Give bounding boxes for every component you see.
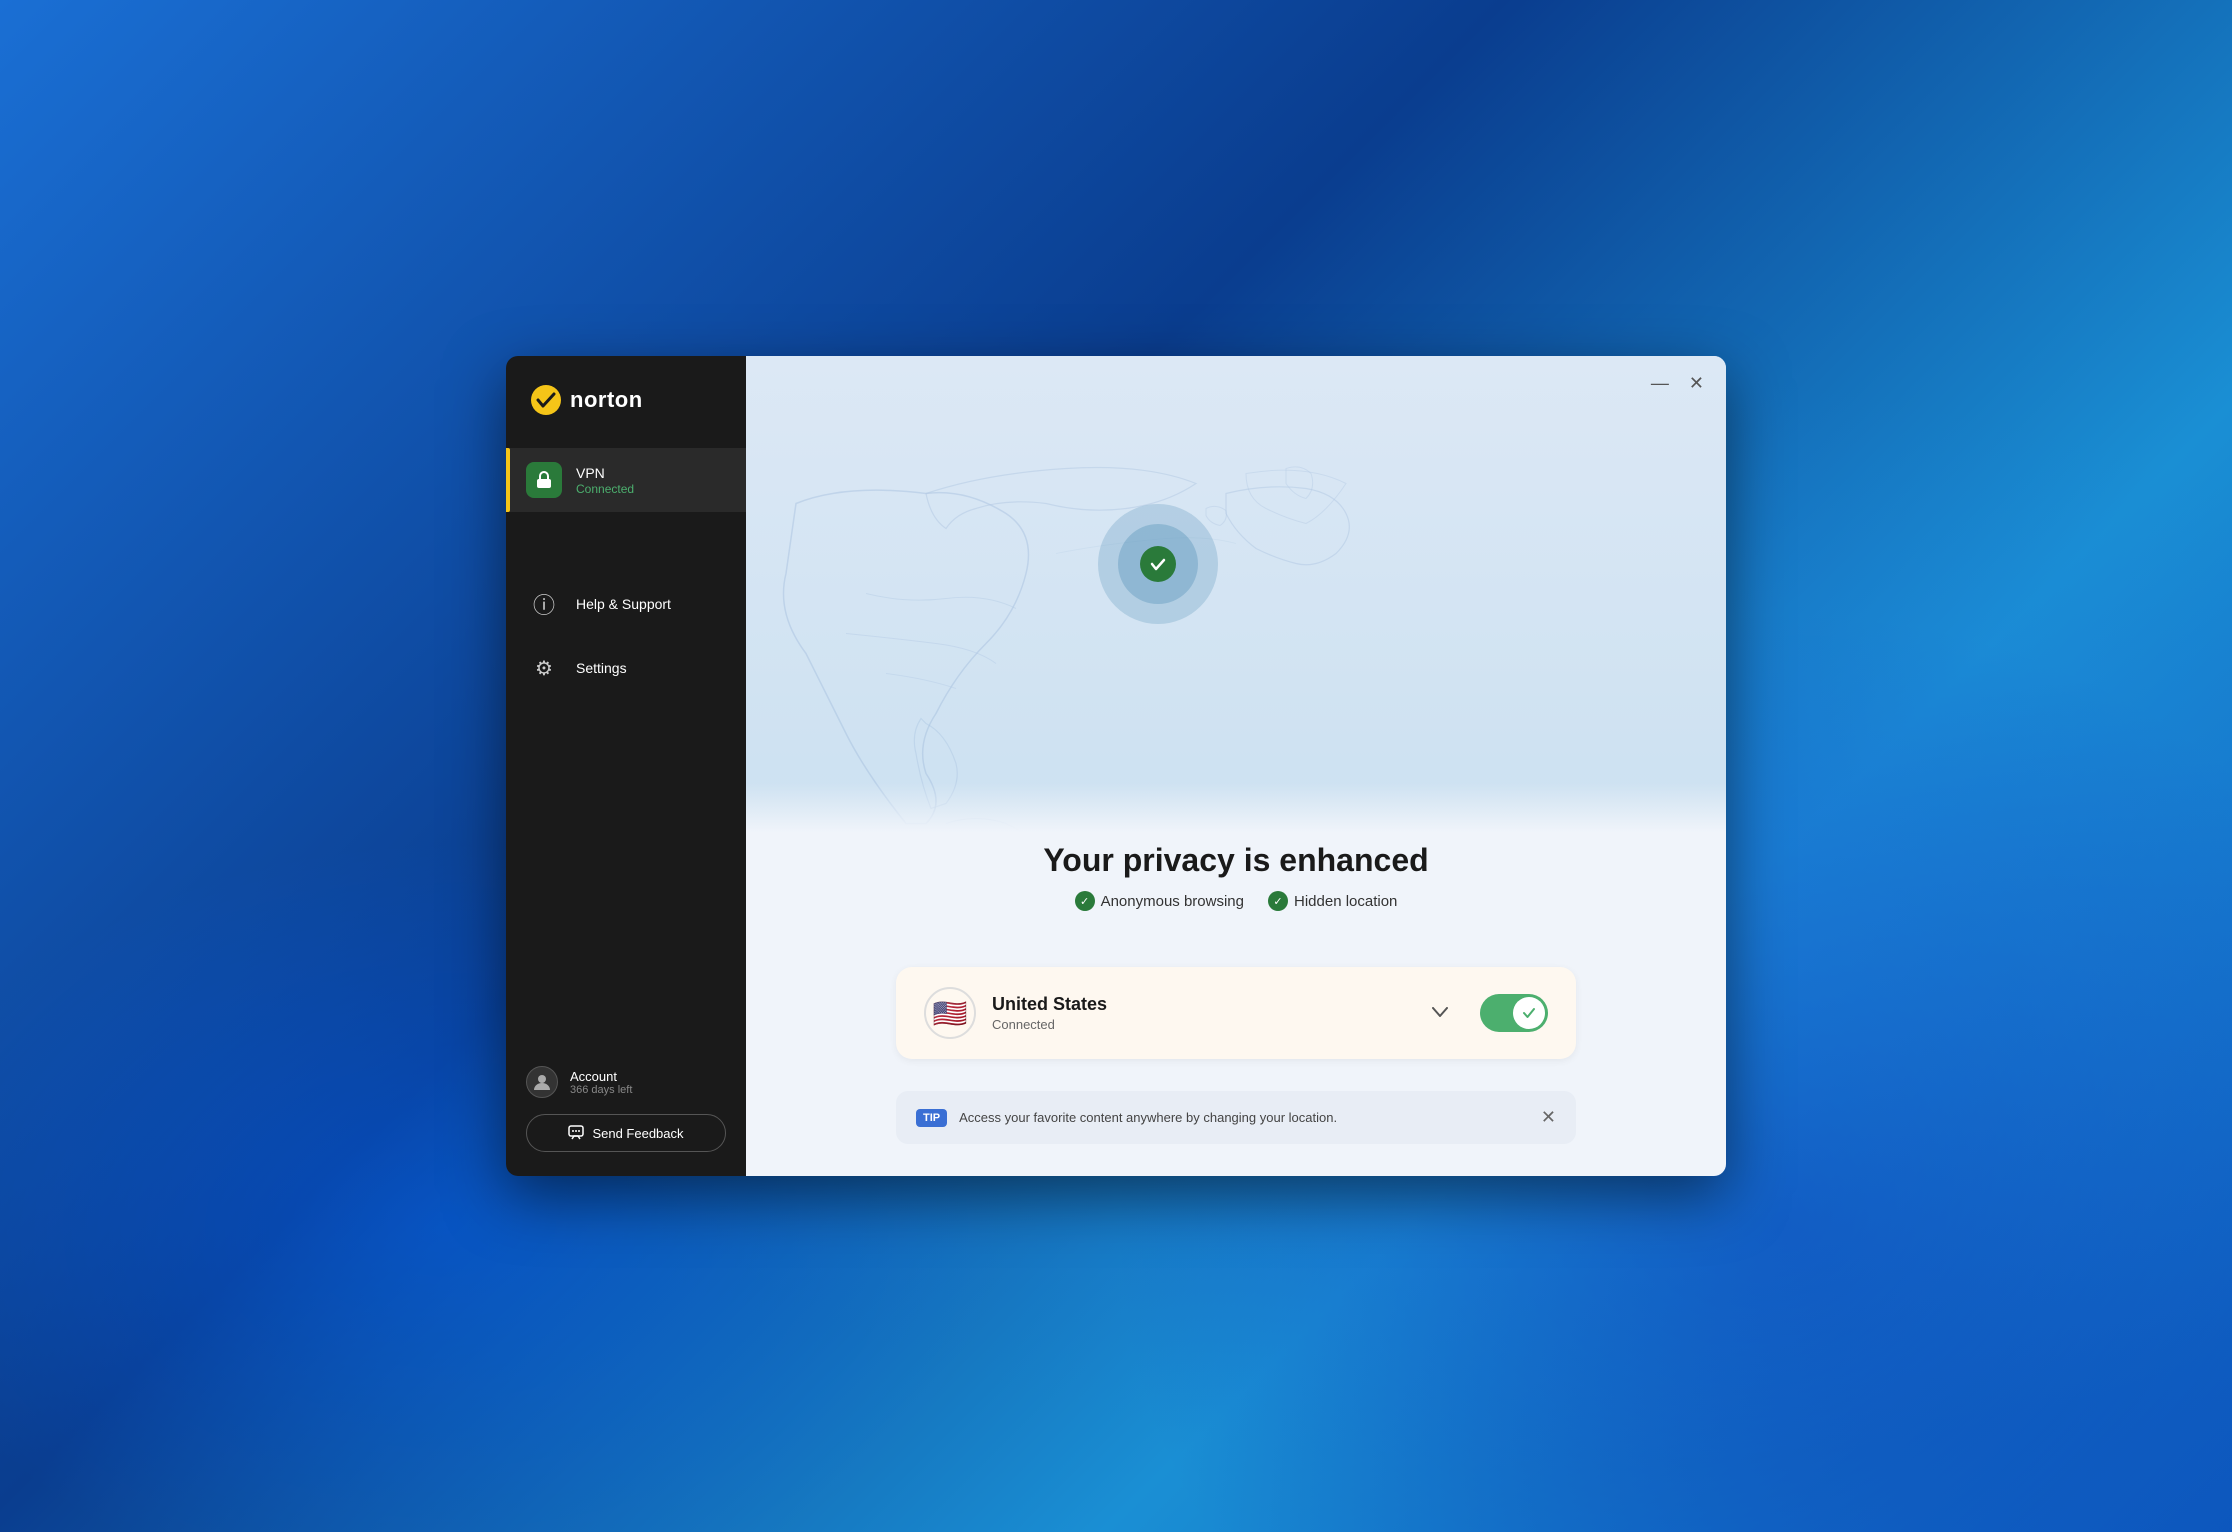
settings-nav-icon: ⚙ bbox=[526, 650, 562, 686]
connection-info: United States Connected bbox=[992, 994, 1400, 1032]
sidebar-item-help-support[interactable]: ⓘ Help & Support bbox=[506, 572, 746, 636]
connection-card: 🇺🇸 United States Connected bbox=[896, 967, 1576, 1059]
country-flag: 🇺🇸 bbox=[924, 987, 976, 1039]
send-feedback-button[interactable]: Send Feedback bbox=[526, 1114, 726, 1152]
account-icon bbox=[526, 1066, 558, 1098]
privacy-badges: ✓ Anonymous browsing ✓ Hidden location bbox=[1075, 891, 1398, 911]
brand-name: norton bbox=[570, 387, 643, 413]
sidebar: norton VPN Connected ⓘ bbox=[506, 356, 746, 1176]
vpn-nav-icon bbox=[526, 462, 562, 498]
hidden-location-check-icon: ✓ bbox=[1268, 891, 1288, 911]
sidebar-item-vpn[interactable]: VPN Connected bbox=[506, 448, 746, 512]
help-support-nav-label: Help & Support bbox=[576, 596, 671, 612]
tip-close-button[interactable]: ✕ bbox=[1541, 1107, 1556, 1128]
bottom-area: 🇺🇸 United States Connected bbox=[746, 951, 1726, 1176]
sidebar-item-settings[interactable]: ⚙ Settings bbox=[506, 636, 746, 700]
connection-country: United States bbox=[992, 994, 1400, 1015]
feedback-label: Send Feedback bbox=[592, 1126, 683, 1141]
main-content: — ✕ bbox=[746, 356, 1726, 1176]
help-support-nav-icon: ⓘ bbox=[526, 586, 562, 622]
close-button[interactable]: ✕ bbox=[1687, 372, 1706, 394]
nav-menu: VPN Connected ⓘ Help & Support ⚙ S bbox=[506, 440, 746, 1050]
sidebar-bottom: Account 366 days left Send Feedback bbox=[506, 1050, 746, 1176]
norton-logo-icon bbox=[530, 384, 562, 416]
map-pin-area bbox=[1098, 504, 1218, 624]
account-item[interactable]: Account 366 days left bbox=[526, 1066, 726, 1098]
toggle-knob bbox=[1513, 997, 1545, 1029]
vpn-nav-label: VPN bbox=[576, 465, 634, 481]
map-pin-dot bbox=[1140, 546, 1176, 582]
map-ripple-inner bbox=[1118, 524, 1198, 604]
map-area: Your privacy is enhanced ✓ Anonymous bro… bbox=[746, 356, 1726, 951]
help-support-nav-text: Help & Support bbox=[576, 596, 671, 612]
toggle-check-icon bbox=[1522, 1006, 1536, 1020]
account-days-left: 366 days left bbox=[570, 1084, 632, 1096]
settings-nav-text: Settings bbox=[576, 660, 627, 676]
privacy-title: Your privacy is enhanced bbox=[1043, 842, 1428, 879]
vpn-nav-sublabel: Connected bbox=[576, 482, 634, 496]
window-controls: — ✕ bbox=[1649, 372, 1706, 394]
anonymous-browsing-badge: ✓ Anonymous browsing bbox=[1075, 891, 1244, 911]
settings-nav-label: Settings bbox=[576, 660, 627, 676]
account-text: Account 366 days left bbox=[570, 1069, 632, 1096]
tip-card: TIP Access your favorite content anywher… bbox=[896, 1091, 1576, 1144]
anonymous-check-icon: ✓ bbox=[1075, 891, 1095, 911]
hidden-location-badge: ✓ Hidden location bbox=[1268, 891, 1397, 911]
chevron-down-icon[interactable] bbox=[1416, 1004, 1464, 1022]
hidden-location-label: Hidden location bbox=[1294, 893, 1397, 910]
tip-badge: TIP bbox=[916, 1109, 947, 1127]
checkmark-icon bbox=[1149, 555, 1167, 573]
app-window: norton VPN Connected ⓘ bbox=[506, 356, 1726, 1176]
vpn-nav-text: VPN Connected bbox=[576, 465, 634, 496]
feedback-icon bbox=[568, 1125, 584, 1141]
account-label: Account bbox=[570, 1069, 632, 1084]
minimize-button[interactable]: — bbox=[1649, 372, 1671, 394]
tip-text: Access your favorite content anywhere by… bbox=[959, 1110, 1529, 1125]
map-ripple-outer bbox=[1098, 504, 1218, 624]
vpn-toggle[interactable] bbox=[1480, 994, 1548, 1032]
anonymous-browsing-label: Anonymous browsing bbox=[1101, 893, 1244, 910]
app-logo: norton bbox=[506, 356, 746, 440]
connection-status: Connected bbox=[992, 1017, 1400, 1032]
